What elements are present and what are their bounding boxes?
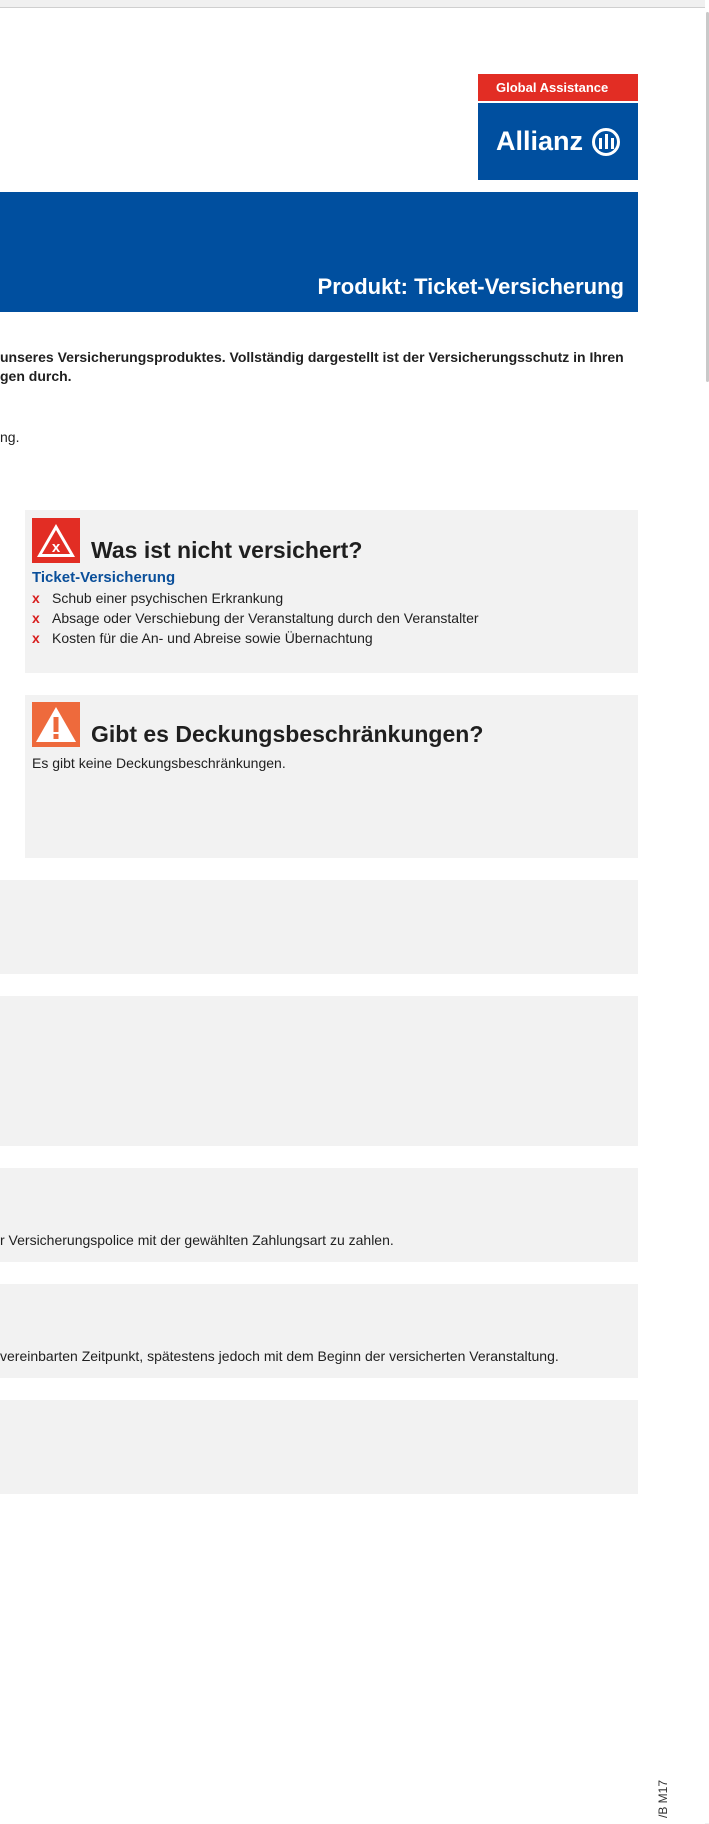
x-warning-icon: x: [32, 518, 80, 563]
list-item: x Kosten für die An- und Abreise sowie Üb…: [32, 630, 373, 646]
list-item: x Absage oder Verschiebung der Veranstalt…: [32, 610, 479, 626]
exclamation-warning-icon: [32, 702, 80, 747]
list-item: x Schub einer psychischen Erkrankung: [32, 590, 284, 606]
info-box-2: [0, 996, 638, 1146]
restrictions-text: Es gibt keine Deckungsbeschränkungen.: [32, 755, 286, 771]
payment-text: r Versicherungspolice mit der gewählten …: [0, 1232, 394, 1248]
not-insured-list: x Schub einer psychischen Erkrankung x Abs…: [32, 588, 630, 648]
svg-text:x: x: [52, 539, 61, 556]
info-box-3: [0, 1400, 638, 1494]
restrictions-header: Gibt es Deckungsbeschränkungen?: [32, 702, 630, 747]
restrictions-box: Gibt es Deckungsbeschränkungen? Es gibt …: [25, 695, 638, 858]
x-bullet: x: [32, 630, 40, 646]
info-box-1: [0, 880, 638, 974]
not-insured-box: x Was ist nicht versichert? Ticket-Versi…: [25, 510, 638, 673]
x-bullet: x: [32, 610, 40, 626]
document-page: Global Assistance Allianz Produkt: Ticke…: [0, 7, 705, 1824]
brand-name: Allianz: [496, 126, 584, 156]
not-insured-title: Was ist nicht versichert?: [91, 537, 363, 563]
coverage-start-box: vereinbarten Zeitpunkt, spätestens jedoc…: [0, 1284, 638, 1378]
payment-box: r Versicherungspolice mit der gewählten …: [0, 1168, 638, 1262]
scrollbar[interactable]: [705, 0, 709, 1823]
ticket-insurance-label: Ticket-Versicherung: [32, 569, 176, 586]
x-bullet: x: [32, 590, 40, 606]
footer-code: /B M17: [656, 1779, 670, 1818]
allianz-logo[interactable]: Allianz: [478, 103, 638, 180]
coverage-start-text: vereinbarten Zeitpunkt, spätestens jedoc…: [0, 1348, 559, 1364]
global-assistance-banner: Global Assistance: [478, 74, 638, 101]
intro-continuation: ng.: [0, 429, 20, 445]
allianz-eagle-icon: [592, 127, 621, 156]
intro-text: unseres Versicherungsproduktes. Vollstän…: [0, 349, 624, 384]
not-insured-header: x Was ist nicht versichert?: [32, 518, 630, 563]
restrictions-title: Gibt es Deckungsbeschränkungen?: [91, 721, 484, 747]
header-band: Produkt: Ticket-Versicherung: [0, 192, 638, 312]
product-title: Produkt: Ticket-Versicherung: [317, 274, 624, 299]
